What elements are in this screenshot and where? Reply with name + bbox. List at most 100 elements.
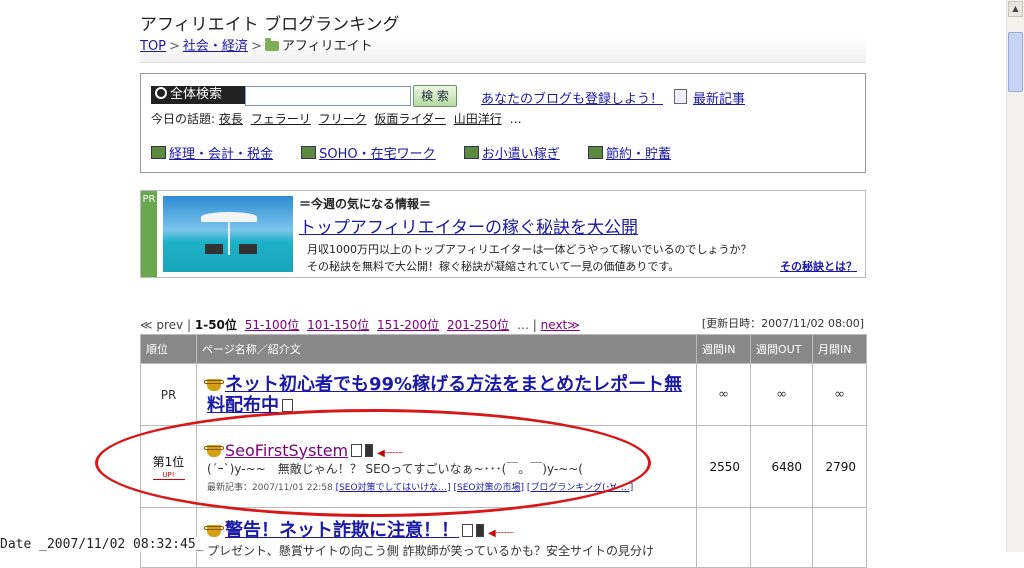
- red-arrow-icon: ◀┈┈┈: [377, 447, 403, 459]
- beach-chair: [239, 244, 257, 254]
- pagination: ≪ prev | 1-50位 51-100位 101-150位 151-200位…: [140, 316, 584, 333]
- ranking-title-link[interactable]: ネット初心者でも99%稼げる方法をまとめたレポート無料配布中: [207, 374, 682, 416]
- table-header: 順位 ページ名称／紹介文 週間IN 週間OUT 月間IN: [140, 334, 867, 364]
- header-week-out: 週間OUT: [750, 334, 813, 364]
- search-icon: [155, 87, 167, 99]
- pr-label: PR: [141, 191, 157, 277]
- search-button[interactable]: 検 索: [413, 85, 457, 107]
- search-panel: 全体検索 検 索 あなたのブログも登録しよう！ 最新記事 今日の話題: 夜長 フ…: [140, 73, 866, 173]
- capture-timestamp: Date _2007/11/02 08:32:45_: [0, 537, 208, 552]
- folder-icon: [264, 38, 279, 51]
- title-cell: 警告！ネット詐欺に注意！！ ◀┈┈┈ プレゼント、懸賞サイトの向こう側 詐欺師が笑…: [196, 507, 697, 568]
- table-row: 警告！ネット詐欺に注意！！ ◀┈┈┈ プレゼント、懸賞サイトの向こう側 詐欺師が笑…: [140, 507, 867, 568]
- up-badge: UP!: [152, 471, 185, 480]
- breadcrumb-top[interactable]: TOP: [140, 39, 166, 54]
- month-in-cell: [812, 507, 867, 568]
- week-in-cell: 2550: [696, 425, 751, 508]
- header-rank: 順位: [140, 334, 197, 364]
- ranking-title-link[interactable]: SeoFirstSystem: [225, 441, 348, 460]
- header-week-in: 週間IN: [696, 334, 751, 364]
- pager-link[interactable]: 151-200位: [377, 318, 439, 332]
- rank-cell: 第1位 UP!: [140, 425, 197, 508]
- scroll-up-arrow-icon[interactable]: ▲: [1008, 1, 1023, 17]
- breadcrumb-separator: >: [169, 39, 180, 54]
- breadcrumb-society[interactable]: 社会・経済: [183, 39, 248, 54]
- umbrella-pole: [228, 221, 230, 255]
- trophy-icon: [204, 378, 224, 391]
- category-item[interactable]: 経理・会計・税金: [151, 143, 273, 162]
- topic-link[interactable]: 仮面ライダー: [374, 112, 446, 126]
- ranking-description: プレゼント、懸賞サイトの向こう側 詐欺師が笑っているかも？安全サイトの見分け: [207, 544, 654, 558]
- ad-more-link[interactable]: その秘訣とは？: [780, 258, 857, 274]
- ad-image[interactable]: [163, 196, 293, 272]
- pager-link[interactable]: 51-100位: [245, 318, 300, 332]
- week-out-cell: ∞: [750, 363, 813, 426]
- meta-date: 2007/11/01 22:58: [252, 482, 333, 493]
- rank-cell: PR: [140, 363, 197, 426]
- category-link-saving[interactable]: 節約・貯蓄: [606, 147, 671, 162]
- category-item[interactable]: 節約・貯蓄: [587, 143, 671, 162]
- topics-more: …: [509, 112, 522, 126]
- category-link-accounting[interactable]: 経理・会計・税金: [169, 147, 273, 162]
- category-item[interactable]: SOHO・在宅ワーク: [301, 143, 436, 162]
- category-icon: [151, 146, 166, 159]
- ranking-title-link[interactable]: 警告！ネット詐欺に注意！！: [225, 520, 459, 541]
- ranking-description: (´ｰ`)y-~~ 無敵じゃん！？ SEOってすごいなぁ~･･･(￣。￣)y-~…: [207, 461, 583, 476]
- trophy-icon: [204, 525, 224, 537]
- topics-label: 今日の話題:: [151, 112, 216, 126]
- mobile-icon: [365, 443, 374, 457]
- week-out-cell: [750, 507, 813, 568]
- trophy-icon: [204, 444, 224, 457]
- pager-next[interactable]: next≫: [541, 318, 580, 332]
- pager-current: 1-50位: [194, 318, 237, 332]
- pager-ellipsis: …: [516, 318, 529, 332]
- ad-headline-link[interactable]: トップアフィリエイターの稼ぐ秘訣を大公開: [299, 213, 638, 238]
- table-row: PR ネット初心者でも99%稼げる方法をまとめたレポート無料配布中 ∞ ∞ ∞: [140, 363, 867, 426]
- site-title: アフィリエイト ブログランキング: [140, 15, 400, 35]
- category-link-soho[interactable]: SOHO・在宅ワーク: [319, 147, 436, 162]
- scroll-thumb[interactable]: [1008, 32, 1023, 92]
- search-label-text: 全体検索: [170, 87, 223, 102]
- table-row: 第1位 UP! SeoFirstSystem ◀┈┈┈ (´ｰ`)y-~~ 無敵じ…: [140, 425, 867, 508]
- topic-link[interactable]: フェラーリ: [251, 112, 311, 126]
- ad-eyebrow: ＝今週の気になる情報＝: [299, 197, 432, 211]
- search-label: 全体検索: [151, 86, 245, 104]
- article-link[interactable]: [SEO対策の市場]: [454, 483, 525, 493]
- vertical-scrollbar[interactable]: ▲: [1006, 0, 1024, 552]
- ad-text-line: 月収1000万円以上のトップアフィリエイターは一体どうやって稼いでいるのでしょう…: [307, 243, 752, 256]
- ad-text-line: その秘訣を無料で大公開！稼ぐ秘訣が凝縮されていて一見の価値ありです。: [307, 260, 680, 273]
- latest-articles-link[interactable]: 最新記事: [693, 88, 745, 107]
- document-icon: [674, 89, 687, 104]
- category-icon: [463, 146, 479, 159]
- breadcrumb: TOP > 社会・経済 > アフィリエイト: [140, 36, 866, 63]
- register-blog-link[interactable]: あなたのブログも登録しよう！: [481, 88, 663, 107]
- pager-link[interactable]: 101-150位: [307, 318, 369, 332]
- today-topics: 今日の話題: 夜長 フェラーリ フリーク 仮面ライダー 山田洋行 …: [151, 110, 522, 127]
- week-out-cell: 6480: [750, 425, 813, 508]
- week-in-cell: [696, 507, 751, 568]
- pr-ad: PR ＝今週の気になる情報＝ トップアフィリエイターの稼ぐ秘訣を大公開 月収10…: [140, 190, 866, 278]
- pager-prev: ≪ prev: [140, 318, 184, 332]
- category-links: 経理・会計・税金 SOHO・在宅ワーク お小遣い稼ぎ 節約・貯蓄: [151, 143, 861, 162]
- beach-chair: [205, 244, 223, 254]
- article-link[interactable]: [ブログランキング(･∀･…]: [527, 483, 633, 493]
- header-month-in: 月間IN: [812, 334, 867, 364]
- topic-link[interactable]: 山田洋行: [454, 112, 502, 126]
- week-in-cell: ∞: [696, 363, 751, 426]
- category-item[interactable]: お小遣い稼ぎ: [463, 143, 560, 162]
- red-arrow-icon: ◀┈┈┈: [488, 528, 514, 539]
- pager-link[interactable]: 201-250位: [447, 318, 509, 332]
- page-icon: [351, 443, 363, 457]
- header-page: ページ名称／紹介文: [196, 334, 697, 364]
- title-cell: SeoFirstSystem ◀┈┈┈ (´ｰ`)y-~~ 無敵じゃん！？ SEO…: [196, 425, 697, 508]
- category-link-pocket-money[interactable]: お小遣い稼ぎ: [482, 147, 560, 162]
- month-in-cell: ∞: [812, 363, 867, 426]
- topic-link[interactable]: フリーク: [319, 112, 367, 126]
- updated-time: [更新日時：2007/11/02 08:00]: [701, 317, 864, 330]
- category-icon: [587, 146, 603, 159]
- article-link[interactable]: [SEO対策でしてはいけな…]: [336, 483, 451, 493]
- ranking-table: 順位 ページ名称／紹介文 週間IN 週間OUT 月間IN PR ネット初心者でも…: [140, 334, 867, 568]
- category-icon: [301, 146, 317, 159]
- topic-link[interactable]: 夜長: [219, 112, 243, 126]
- search-input[interactable]: [245, 86, 411, 106]
